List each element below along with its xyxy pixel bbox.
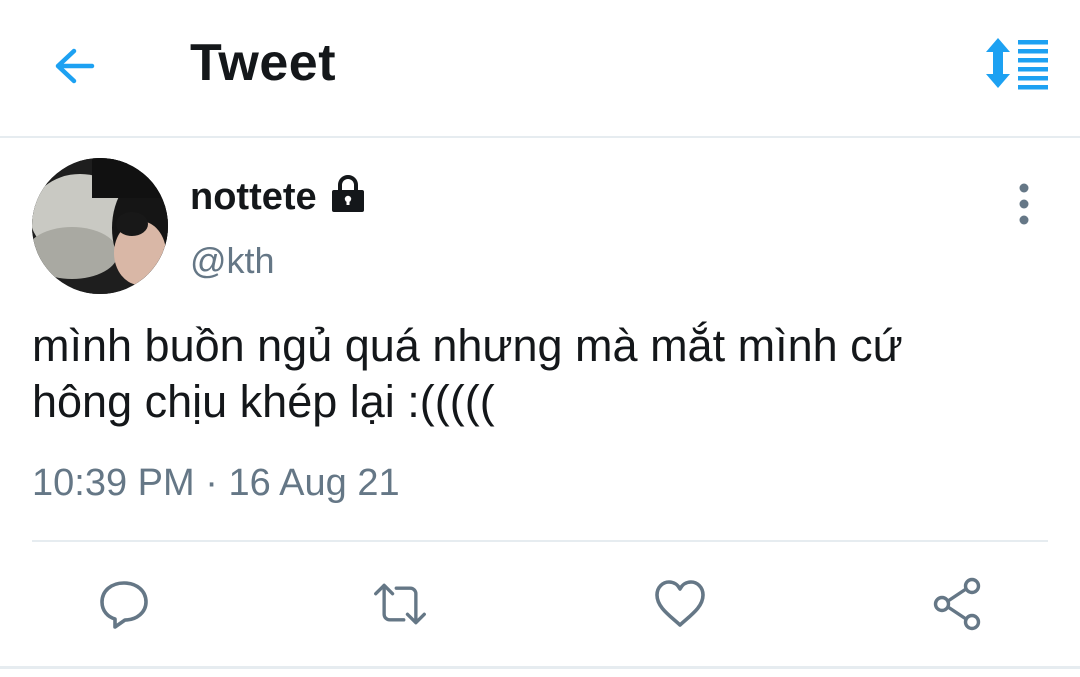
arrow-left-icon [55,48,95,84]
tweet-text: mình buồn ngủ quá nhưng mà mắt mình cứ h… [32,318,1042,430]
like-button[interactable] [652,576,708,632]
tweet-time: 10:39 PM [32,462,195,504]
reply-button[interactable] [96,576,152,632]
more-options-button[interactable] [1004,180,1044,228]
retweet-icon [374,583,426,625]
meta-separator: · [205,462,218,504]
divider [32,540,1048,542]
page-title: Tweet [190,34,337,92]
bottom-divider [0,666,1080,669]
sort-lines-icon [986,38,1048,90]
header-bar: Tweet [0,0,1080,138]
share-button[interactable] [930,576,986,632]
lock-icon [332,175,364,212]
avatar[interactable] [32,158,168,294]
avatar-photo [32,158,168,294]
tweet-timestamp[interactable]: 10:39 PM · 16 Aug 21 [32,462,400,505]
like-icon [655,580,705,627]
reply-icon [100,581,148,629]
share-icon [933,577,981,631]
retweet-button[interactable] [372,576,428,632]
tweet-text-line: mình buồn ngủ quá nhưng mà mắt mình cứ [32,320,903,371]
more-vertical-icon [1019,183,1029,225]
back-button[interactable] [48,40,100,92]
tweet-text-line: hông chịu khép lại :((((( [32,376,495,427]
user-handle[interactable]: @kth [190,240,275,282]
sort-button[interactable] [980,36,1052,92]
display-name[interactable]: nottete [190,176,317,219]
tweet-date: 16 Aug 21 [228,462,400,504]
